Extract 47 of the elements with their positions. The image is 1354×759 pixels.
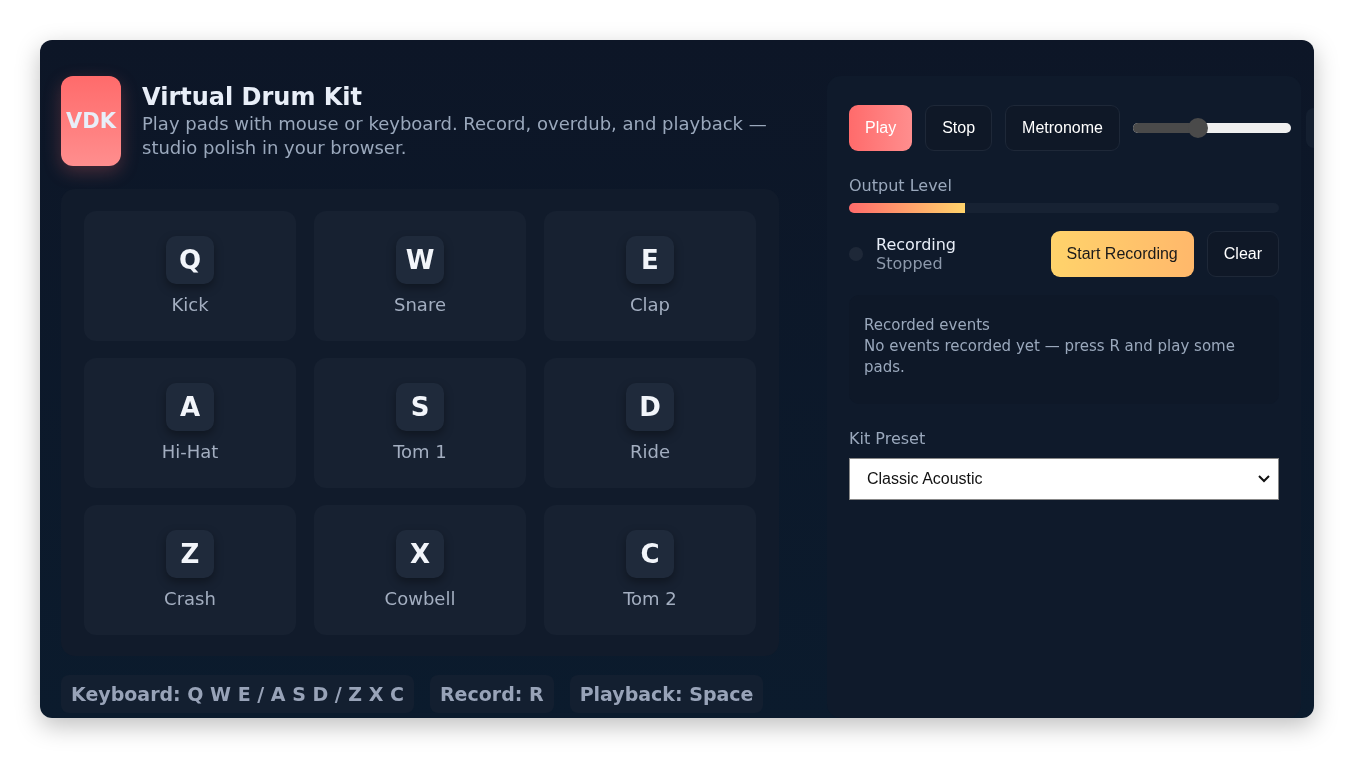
drum-pad[interactable]: D Ride <box>544 358 756 488</box>
key-cap: S <box>396 383 444 431</box>
app-logo: VDK <box>61 76 121 166</box>
shortcut-hint: Record: R <box>429 675 554 713</box>
pad-label: Kick <box>171 294 209 315</box>
drum-pad[interactable]: C Tom 2 <box>544 505 756 635</box>
drum-pad[interactable]: A Hi-Hat <box>84 358 296 488</box>
app-subtitle: Play pads with mouse or keyboard. Record, overdub, and playback — studio polish in your browser. <box>142 112 768 160</box>
drum-pad[interactable]: W Snare <box>314 211 526 341</box>
chevron-down-icon <box>1258 475 1270 483</box>
drum-pad[interactable]: Q Kick <box>84 211 296 341</box>
pad-label: Ride <box>630 441 670 462</box>
key-cap: Q <box>166 236 214 284</box>
volume-slider[interactable] <box>1132 118 1291 138</box>
key-cap: D <box>626 383 674 431</box>
drum-pad[interactable]: Z Crash <box>84 505 296 635</box>
key-cap: Z <box>166 530 214 578</box>
transport-button[interactable]: Stop <box>925 105 993 151</box>
pad-label: Clap <box>630 294 670 315</box>
pad-label: Crash <box>164 588 216 609</box>
preset-label: Kit Preset <box>849 429 927 448</box>
events-empty-message: No events recorded yet — press R and play some pads. <box>864 336 1236 378</box>
pad-label: Tom 1 <box>393 441 447 462</box>
key-cap: W <box>396 236 444 284</box>
recording-button[interactable]: Start Recording <box>1050 231 1194 277</box>
key-cap: A <box>166 383 214 431</box>
recording-label: Recording <box>876 235 958 254</box>
app-title: Virtual Drum Kit <box>142 82 364 112</box>
pad-label: Snare <box>394 294 446 315</box>
key-cap: X <box>396 530 444 578</box>
meter-label: Output Level <box>849 176 953 195</box>
slider-thumb[interactable] <box>1187 118 1208 138</box>
recording-button[interactable]: Clear <box>1206 231 1279 277</box>
shortcut-hint: Playback: Space <box>569 675 764 713</box>
pad-label: Hi-Hat <box>161 441 219 462</box>
pad-label: Cowbell <box>384 588 456 609</box>
recording-status: Stopped <box>876 254 944 273</box>
events-title: Recorded events <box>864 315 991 336</box>
transport-button[interactable]: Metronome <box>1005 105 1120 151</box>
key-cap: C <box>626 530 674 578</box>
shortcut-hint: Keyboard: Q W E / A S D / Z X C <box>61 675 414 713</box>
preset-select[interactable]: Classic Acoustic <box>849 458 1279 500</box>
pad-label: Tom 2 <box>623 588 677 609</box>
drum-pad[interactable]: E Clap <box>544 211 756 341</box>
drum-pad[interactable]: S Tom 1 <box>314 358 526 488</box>
drum-pad[interactable]: X Cowbell <box>314 505 526 635</box>
key-cap: E <box>626 236 674 284</box>
